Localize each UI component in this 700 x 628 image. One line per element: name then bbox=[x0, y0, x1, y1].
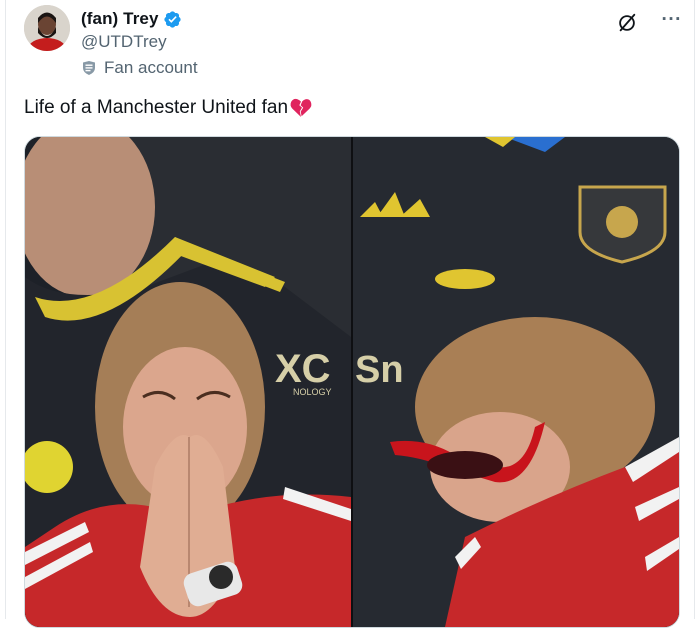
author-handle[interactable]: @UTDTrey bbox=[81, 32, 167, 52]
tweet-media-photo[interactable]: XC NOLOGY Sn bbox=[24, 136, 680, 628]
sponsor-text-right: Sn bbox=[355, 349, 404, 391]
media-photo-illustration: XC NOLOGY Sn bbox=[25, 137, 679, 627]
avatar[interactable] bbox=[24, 5, 70, 51]
frame-border-left bbox=[5, 0, 6, 619]
tweet-header: (fan) Trey @UTDTrey Fan account ··· bbox=[24, 5, 690, 85]
tweet-body: Life of a Manchester United fan bbox=[24, 96, 313, 120]
grok-icon[interactable] bbox=[616, 12, 638, 34]
sponsor-text-small: NOLOGY bbox=[293, 387, 332, 397]
sponsor-text-left: XC bbox=[275, 347, 331, 391]
avatar-image bbox=[24, 5, 70, 51]
fan-account-label: Fan account bbox=[81, 58, 198, 78]
fan-account-shield-icon bbox=[83, 61, 95, 75]
broken-heart-emoji-icon bbox=[290, 98, 312, 117]
author-display-name[interactable]: (fan) Trey bbox=[81, 9, 159, 29]
author-name-row[interactable]: (fan) Trey bbox=[81, 9, 182, 29]
tweet-text: Life of a Manchester United fan bbox=[24, 97, 289, 118]
fan-account-text: Fan account bbox=[104, 58, 198, 77]
verified-badge-icon bbox=[163, 10, 181, 28]
more-options-icon[interactable]: ··· bbox=[662, 9, 682, 31]
frame-border-right bbox=[694, 0, 695, 619]
